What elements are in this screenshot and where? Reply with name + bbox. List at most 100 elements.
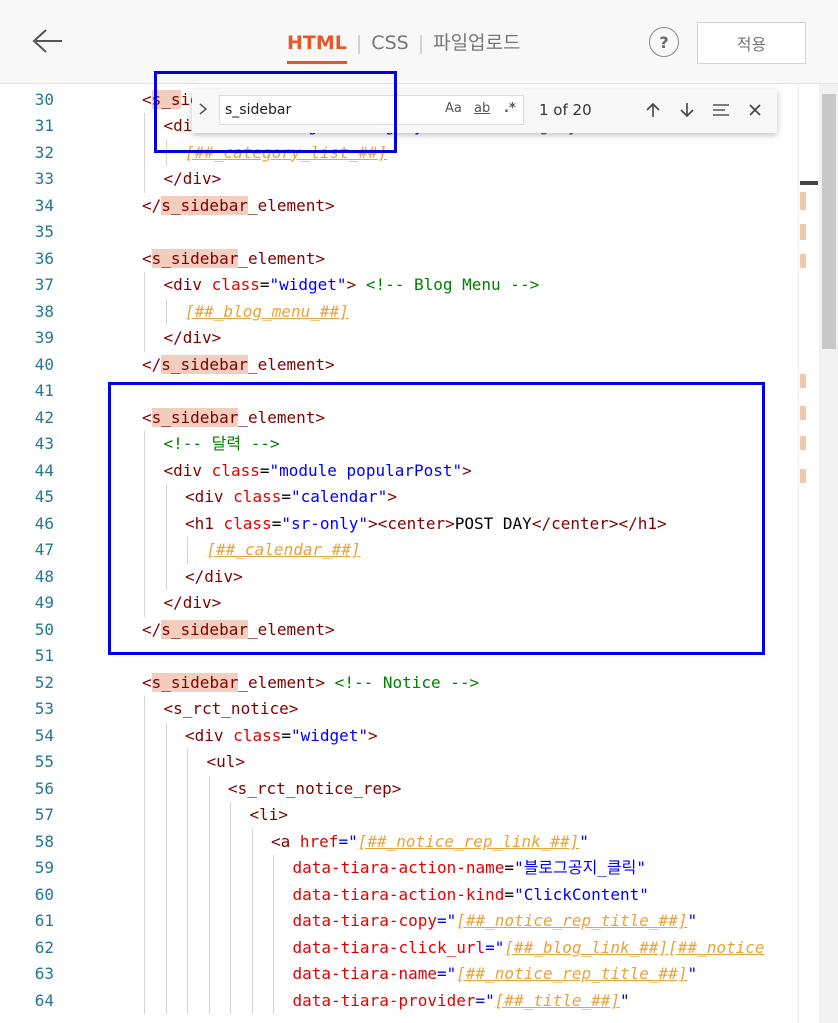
code-line[interactable]: <a href="[##_notice_rep_link_##]" (271, 829, 589, 856)
code-token: [##_notice_rep_link_##] (357, 831, 580, 851)
next-match-button[interactable] (676, 99, 698, 121)
code-token: [##_category_list_##] (185, 142, 388, 162)
code-token: > (346, 275, 366, 294)
code-token: </div> (185, 566, 243, 586)
code-token: </ (142, 354, 162, 374)
code-token: < (142, 89, 152, 109)
code-token: <s_rct_notice> (163, 699, 299, 718)
previous-match-button[interactable] (642, 99, 664, 121)
indent-guide (230, 961, 231, 988)
code-token: data-tiara-click_url (292, 937, 486, 957)
code-token: _element> (238, 672, 326, 692)
code-line[interactable]: </div> (185, 564, 243, 591)
code-line[interactable]: [##_category_list_##] (185, 140, 387, 167)
code-line[interactable]: </div> (164, 325, 222, 352)
indent-guide (165, 961, 167, 988)
code-line[interactable]: <div class="widget"> (185, 723, 378, 750)
code-area[interactable]: <s_sidebar_element><div class="widget ca… (0, 84, 800, 1023)
help-button[interactable]: ? (649, 27, 679, 57)
indent-guide (165, 987, 167, 1014)
indent-guide (187, 537, 188, 564)
indent-guide (230, 828, 231, 855)
code-token: class (211, 460, 260, 480)
indent-guide (208, 908, 210, 935)
indent-guide (273, 961, 274, 988)
code-token: < (142, 407, 152, 427)
minimap-match-marker (800, 374, 806, 388)
code-token: _element> (247, 354, 335, 374)
code-token: s_sidebar (151, 672, 239, 692)
arrow-down-icon (680, 103, 694, 118)
code-line[interactable]: data-tiara-copy="[##_notice_rep_title_##… (293, 908, 698, 935)
code-line[interactable]: [##_blog_menu_##] (185, 299, 349, 326)
code-token: " (579, 831, 589, 851)
indent-guide (208, 802, 210, 829)
code-token: <!-- 달력 --> (163, 434, 280, 453)
scrollbar-thumb[interactable] (822, 94, 836, 349)
indent-guide (208, 775, 210, 802)
code-token: <div (185, 487, 234, 506)
code-line[interactable]: <ul> (207, 749, 246, 776)
code-token: = (504, 858, 515, 877)
regex-toggle[interactable]: .* (504, 101, 516, 116)
indent-guide (230, 855, 231, 882)
code-token: [##_blog_menu_##] (185, 301, 349, 321)
code-line[interactable]: <s_sidebar_element> <!-- Notice --> (142, 670, 479, 697)
find-widget: Aa ab .* 1 of 20 (192, 89, 777, 133)
minimap-match-marker (800, 406, 806, 420)
tab-html[interactable]: HTML (287, 31, 347, 64)
indent-guide (144, 510, 145, 537)
indent-guide (187, 881, 188, 908)
code-line[interactable]: <li> (250, 802, 289, 829)
code-line[interactable]: data-tiara-action-kind="ClickContent" (293, 882, 649, 909)
indent-guide (251, 908, 253, 935)
code-token: = (504, 884, 515, 904)
indent-guide (144, 934, 145, 961)
close-find-button[interactable] (744, 99, 766, 121)
tab-file-upload[interactable]: 파일업로드 (433, 31, 520, 61)
code-line[interactable]: data-tiara-click_url="[##_blog_link_##][… (293, 935, 765, 962)
match-case-toggle[interactable]: Aa (445, 101, 462, 116)
code-line[interactable]: </div> (164, 590, 222, 617)
code-line[interactable]: <div class="widget"> <!-- Blog Menu --> (164, 272, 540, 299)
code-line[interactable]: </s_sidebar_element> (142, 352, 335, 379)
code-line[interactable]: data-tiara-name="[##_notice_rep_title_##… (293, 961, 698, 988)
code-line[interactable]: <div class="calendar"> (185, 484, 397, 511)
back-button[interactable] (28, 22, 68, 62)
find-in-selection-button[interactable] (710, 99, 732, 121)
code-line[interactable]: <!-- 달력 --> (164, 431, 280, 458)
code-token: =" (475, 990, 495, 1010)
arrow-up-icon (646, 102, 660, 117)
code-line[interactable]: <div class="module popularPost"> (164, 458, 472, 485)
apply-button[interactable]: 적용 (697, 22, 806, 64)
code-line[interactable]: <s_sidebar_element> (142, 405, 325, 432)
match-whole-word-toggle[interactable]: ab (474, 101, 490, 116)
chevron-right-icon (199, 103, 208, 115)
code-line[interactable]: </s_sidebar_element> (142, 617, 335, 644)
code-line[interactable]: <s_sidebar_element> (142, 246, 325, 273)
indent-guide (208, 987, 210, 1014)
back-arrow-icon (32, 29, 62, 53)
code-token: class (233, 487, 282, 506)
code-line[interactable]: </s_sidebar_element> (142, 193, 335, 220)
code-line[interactable]: <s_rct_notice> (164, 696, 299, 723)
code-token: [##_notice_rep_title_##] (456, 911, 688, 930)
code-token: _element> (238, 407, 326, 427)
toggle-replace-button[interactable] (198, 102, 208, 120)
indent-guide (165, 510, 167, 537)
code-line[interactable]: <h1 class="sr-only"><center>POST DAY</ce… (185, 511, 667, 538)
code-line[interactable]: data-tiara-provider="[##_title_##]" (293, 988, 630, 1015)
tab-css[interactable]: CSS (371, 31, 408, 61)
code-line[interactable]: </div> (164, 166, 222, 193)
code-line[interactable]: [##_calendar_##] (207, 537, 361, 564)
code-line[interactable]: <s_rct_notice_rep> (228, 776, 401, 803)
code-editor[interactable]: 30 31 32 33 34 35 36 37 38 39 40 41 42 43 44 45 46 47 48 49… (0, 84, 838, 1023)
indent-guide (165, 775, 167, 802)
indent-guide (165, 802, 167, 829)
indent-guide (165, 934, 167, 961)
code-token: < (142, 248, 152, 268)
code-token: "sr-only" (281, 513, 369, 533)
indent-guide (144, 113, 145, 140)
code-line[interactable]: data-tiara-action-name="블로그공지_클릭" (293, 855, 647, 882)
indent-guide (144, 563, 145, 590)
